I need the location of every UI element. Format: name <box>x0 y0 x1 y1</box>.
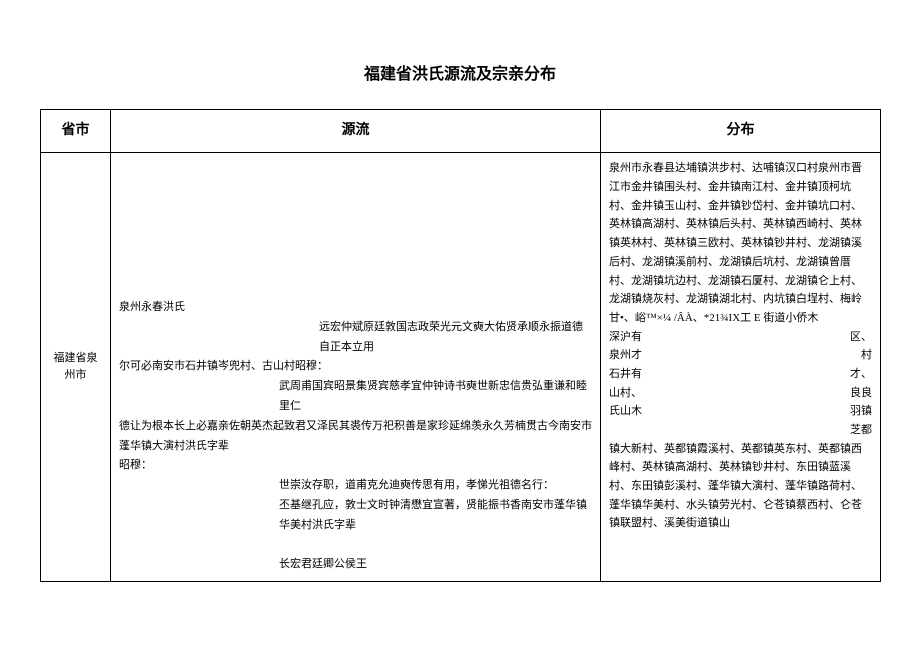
distribution-text: 镇大新村、英都镇霞溪村、英都镇英东村、英都镇西峰村、英林镇高湖村、英林镇钞井村、… <box>609 443 862 530</box>
distribution-row: 氏山木 羽镇 <box>609 402 872 421</box>
origin-line: 尔可必南安市石井镇岑兜村、古山村昭穆： <box>119 357 592 377</box>
dist-right: 羽镇 <box>850 402 872 421</box>
header-origin: 源流 <box>111 110 601 153</box>
origin-cell: 泉州永春洪氏 远宏仲斌原廷敦国志政荣光元文奭大佑贤承顺永振道德自正本立用 尔可必… <box>111 153 601 582</box>
distribution-text: 泉州市永春县达埔镇洪步村、达哺镇汉口村泉州市晋江市金井镇围头村、金井镇南江村、金… <box>609 162 862 324</box>
distribution-content: 泉州市永春县达埔镇洪步村、达哺镇汉口村泉州市晋江市金井镇围头村、金井镇南江村、金… <box>609 159 872 533</box>
origin-line: 长宏君廷卿公侯王 <box>119 555 592 575</box>
dist-right: 良良 <box>850 384 872 403</box>
table-header-row: 省市 源流 分布 <box>41 110 881 153</box>
origin-content: 泉州永春洪氏 远宏仲斌原廷敦国志政荣光元文奭大佑贤承顺永振道德自正本立用 尔可必… <box>119 159 592 575</box>
dist-left: 石井有 <box>609 365 642 384</box>
origin-line: 昭穆： <box>119 456 592 476</box>
dist-right: 芝都 <box>850 421 872 440</box>
table-row: 福建省泉州市 泉州永春洪氏 远宏仲斌原廷敦国志政荣光元文奭大佑贤承顺永振道德自正… <box>41 153 881 582</box>
distribution-row: 山村、 良良 <box>609 384 872 403</box>
dist-left: 泉州才 <box>609 346 642 365</box>
distribution-row: 石井有 才、 <box>609 365 872 384</box>
origin-line: 武周甫国宾昭景集贤宾慈孝宜仲钟诗书奭世新忠信贵弘重谦和睦里仁 <box>119 377 592 417</box>
dist-left: 深沪有 <box>609 328 642 347</box>
origin-line: 泉州永春洪氏 <box>119 298 592 318</box>
origin-line: 丕基继孔应，敦士文时钟清懋宜宣著，贤能振书香南安市蓬华镇华美村洪氏字辈 <box>119 496 592 536</box>
origin-line: 远宏仲斌原廷敦国志政荣光元文奭大佑贤承顺永振道德自正本立用 <box>119 318 592 358</box>
distribution-row: 泉州才 村 <box>609 346 872 365</box>
dist-right: 村 <box>861 346 872 365</box>
distribution-row: 芝都 <box>609 421 872 440</box>
province-cell: 福建省泉州市 <box>41 153 111 582</box>
header-distribution: 分布 <box>601 110 881 153</box>
header-province: 省市 <box>41 110 111 153</box>
origin-line: 世崇汝存职，道甫克允迪奭传思有用，孝悌光祖德名行： <box>119 476 592 496</box>
dist-left: 氏山木 <box>609 402 642 421</box>
dist-right: 才、 <box>850 365 872 384</box>
document-title: 福建省洪氏源流及宗亲分布 <box>40 60 880 84</box>
distribution-cell: 泉州市永春县达埔镇洪步村、达哺镇汉口村泉州市晋江市金井镇围头村、金井镇南江村、金… <box>601 153 881 582</box>
dist-left: 山村、 <box>609 384 642 403</box>
genealogy-table: 省市 源流 分布 福建省泉州市 泉州永春洪氏 远宏仲斌原廷敦国志政荣光元文奭大佑… <box>40 109 881 582</box>
distribution-row: 深沪有 区、 <box>609 328 872 347</box>
origin-line: 德让为根本长上必嘉亲佐朝英杰起致君又泽民其裘传万祀积善是家珍延绵羡永久芳楠贯古今… <box>119 417 592 457</box>
dist-right: 区、 <box>850 328 872 347</box>
